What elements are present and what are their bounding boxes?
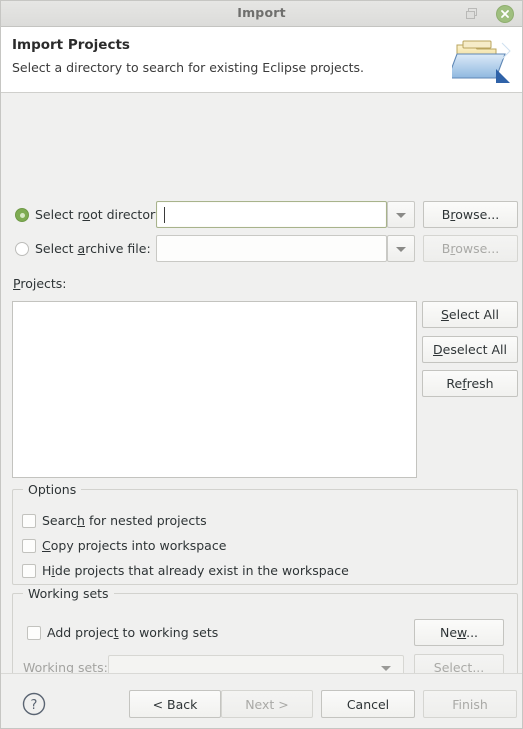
chevron-down-icon bbox=[381, 665, 391, 671]
working-sets-group-title: Working sets bbox=[23, 586, 114, 601]
import-dialog: Import Import Projects Select a director… bbox=[0, 0, 523, 729]
refresh-button[interactable]: Refresh bbox=[422, 370, 518, 397]
add-project-to-working-sets-label: Add project to working sets bbox=[47, 625, 219, 640]
open-folder-icon bbox=[447, 31, 514, 89]
dialog-body: Select root directory: Browse... Select … bbox=[1, 93, 522, 691]
select-archive-file-label: Select archive file: bbox=[35, 241, 151, 256]
back-button[interactable]: < Back bbox=[129, 690, 221, 718]
cancel-button[interactable]: Cancel bbox=[321, 690, 415, 718]
hide-existing-projects-label: Hide projects that already exist in the … bbox=[42, 563, 349, 578]
select-root-directory-radio[interactable] bbox=[15, 208, 29, 222]
projects-label: Projects: bbox=[13, 276, 67, 291]
options-group-title: Options bbox=[23, 482, 82, 497]
browse-root-directory-button[interactable]: Browse... bbox=[423, 201, 518, 228]
restore-icon[interactable] bbox=[465, 7, 479, 21]
svg-text:?: ? bbox=[31, 698, 38, 713]
chevron-down-icon bbox=[396, 246, 406, 252]
deselect-all-button[interactable]: Deselect All bbox=[422, 336, 518, 363]
copy-projects-label: Copy projects into workspace bbox=[42, 538, 227, 553]
browse-archive-file-button[interactable]: Browse... bbox=[423, 235, 518, 262]
archive-file-input[interactable] bbox=[156, 235, 387, 262]
search-nested-projects-checkbox[interactable] bbox=[22, 514, 36, 528]
page-title: Import Projects bbox=[12, 37, 130, 53]
copy-projects-checkbox[interactable] bbox=[22, 539, 36, 553]
next-button[interactable]: Next > bbox=[221, 690, 313, 718]
projects-list[interactable] bbox=[12, 301, 417, 478]
chevron-down-icon bbox=[396, 212, 406, 218]
close-icon[interactable] bbox=[496, 5, 514, 23]
add-project-to-working-sets-checkbox[interactable] bbox=[27, 626, 41, 640]
search-nested-projects-label: Search for nested projects bbox=[42, 513, 207, 528]
page-description: Select a directory to search for existin… bbox=[12, 60, 364, 75]
select-root-directory-label: Select root directory: bbox=[35, 207, 166, 222]
archive-file-dropdown-button[interactable] bbox=[387, 235, 415, 262]
root-directory-dropdown-button[interactable] bbox=[387, 201, 415, 228]
finish-button[interactable]: Finish bbox=[423, 690, 517, 718]
title-bar: Import bbox=[1, 1, 522, 27]
hide-existing-projects-checkbox[interactable] bbox=[22, 564, 36, 578]
dialog-header: Import Projects Select a directory to se… bbox=[1, 27, 522, 93]
window-title: Import bbox=[237, 5, 286, 20]
new-working-set-button[interactable]: New... bbox=[414, 619, 504, 646]
help-icon[interactable]: ? bbox=[21, 691, 47, 717]
root-directory-input[interactable] bbox=[156, 201, 387, 228]
select-all-button[interactable]: Select All bbox=[422, 301, 518, 328]
select-archive-file-radio[interactable] bbox=[15, 242, 29, 256]
text-caret bbox=[164, 207, 165, 223]
